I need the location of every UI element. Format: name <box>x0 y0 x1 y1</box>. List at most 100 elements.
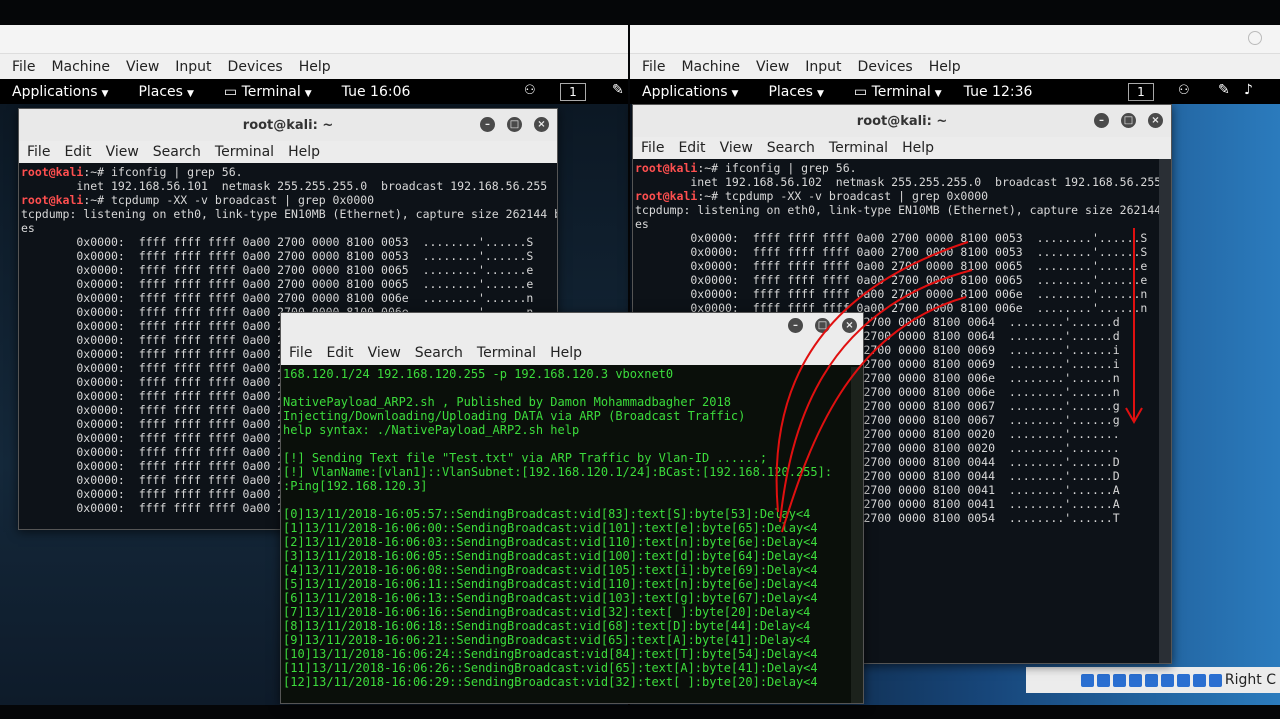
terminal-app-menu[interactable]: ▭ Terminal ▼ <box>224 84 312 100</box>
maximize-icon[interactable]: □ <box>507 117 522 132</box>
line-text: 0x0000: ffff ffff ffff 0a00 270 <box>21 501 298 515</box>
close-icon[interactable]: × <box>534 117 549 132</box>
line-text: 0x0000: ffff ffff ffff 0a00 2700 0000 81… <box>635 231 1148 245</box>
term-menu-help[interactable]: Help <box>288 144 320 160</box>
vm-menu-input[interactable]: Input <box>805 59 841 75</box>
term-menu-edit[interactable]: Edit <box>326 345 353 361</box>
applications-menu[interactable]: Applications ▼ <box>642 84 738 100</box>
vm-menu-input[interactable]: Input <box>175 59 211 75</box>
terminal-line: [6]13/11/2018-16:06:13::SendingBroadcast… <box>283 591 818 605</box>
vm-menu-devices[interactable]: Devices <box>858 59 913 75</box>
line-text: tcpdump: listening on eth0, link-type EN… <box>21 207 557 221</box>
workspace-indicator[interactable]: 1 <box>1128 83 1154 101</box>
vm-menu-file[interactable]: File <box>642 59 665 75</box>
line-text: 0x0000: ffff ffff ffff 0a00 2700 0000 81… <box>21 263 534 277</box>
term-menu-file[interactable]: File <box>289 345 312 361</box>
terminal-titlebar: root@kali: ~ – □ × <box>633 105 1171 137</box>
workspace-indicator[interactable]: 1 <box>560 83 586 101</box>
network-adapter-icon[interactable] <box>1112 673 1126 687</box>
terminal-line: [2]13/11/2018-16:06:03::SendingBroadcast… <box>283 535 818 549</box>
terminal-window-center[interactable]: – □ × File Edit View Search Terminal Hel… <box>280 312 864 704</box>
terminal-label: Terminal <box>241 84 301 100</box>
line-text: 0x0000: ffff ffff ffff 0a00 270 <box>21 389 298 403</box>
vm-menu-devices[interactable]: Devices <box>228 59 283 75</box>
minimize-icon[interactable]: – <box>480 117 495 132</box>
term-menu-terminal[interactable]: Terminal <box>477 345 536 361</box>
terminal-line: [10]13/11/2018-16:06:24::SendingBroadcas… <box>283 647 818 661</box>
audio-icon[interactable] <box>1096 673 1110 687</box>
line-text: 0x0000: ffff ffff ffff 0a00 2700 0000 81… <box>21 249 534 263</box>
line-text: es <box>21 221 35 235</box>
vm-menu-view[interactable]: View <box>756 59 789 75</box>
term-menu-terminal[interactable]: Terminal <box>829 140 888 156</box>
term-menu-edit[interactable]: Edit <box>678 140 705 156</box>
terminal-line: inet 192.168.56.101 netmask 255.255.255.… <box>21 179 557 193</box>
terminal-line: :Ping[192.168.120.3] <box>283 479 428 493</box>
vm-menu-machine[interactable]: Machine <box>681 59 740 75</box>
mouse-integration-icon[interactable] <box>1208 673 1222 687</box>
term-menu-file[interactable]: File <box>641 140 664 156</box>
minimize-icon[interactable] <box>1248 31 1262 45</box>
terminal-app-menu[interactable]: ▭ Terminal ▼ <box>854 84 942 100</box>
chevron-down-icon: ▼ <box>934 89 942 99</box>
terminal-scrollbar[interactable] <box>851 367 863 703</box>
terminal-title: root@kali: ~ <box>242 117 334 133</box>
terminal-icon: ▭ <box>853 84 868 100</box>
terminal-line: Injecting/Downloading/Uploading DATA via… <box>283 409 746 423</box>
line-text: 0x0000: ffff ffff ffff 0a00 2700 0000 81… <box>635 273 1148 287</box>
terminal-line: root@kali:~# tcpdump -XX -v broadcast | … <box>635 189 1171 203</box>
vm-menubar: File Machine View Input Devices Help <box>630 54 1280 79</box>
close-icon[interactable]: × <box>1148 113 1163 128</box>
term-menu-help[interactable]: Help <box>550 345 582 361</box>
term-menu-file[interactable]: File <box>27 144 50 160</box>
vm-menu-help[interactable]: Help <box>299 59 331 75</box>
places-menu[interactable]: Places ▼ <box>768 84 823 100</box>
terminal-line: 0x0000: ffff ffff ffff 0a00 2700 0000 81… <box>21 277 557 291</box>
prompt-user: root@kali <box>21 165 84 179</box>
recording-icon[interactable] <box>1176 673 1190 687</box>
term-menu-view[interactable]: View <box>106 144 139 160</box>
terminal-scrollbar[interactable] <box>1159 159 1171 663</box>
close-icon[interactable]: × <box>842 318 857 333</box>
terminal-line: 0x0000: ffff ffff ffff 0a00 2700 0000 81… <box>21 263 557 277</box>
term-menu-search[interactable]: Search <box>153 144 201 160</box>
chevron-down-icon: ▼ <box>101 89 109 99</box>
shared-folder-icon[interactable] <box>1144 673 1158 687</box>
maximize-icon[interactable]: □ <box>815 318 830 333</box>
terminal-output[interactable]: 168.120.1/24 192.168.120.255 -p 192.168.… <box>281 365 863 689</box>
terminal-line: help syntax: ./NativePayload_ARP2.sh hel… <box>283 423 580 437</box>
vm-menu-view[interactable]: View <box>126 59 159 75</box>
vm-menubar: File Machine View Input Devices Help <box>0 54 628 79</box>
term-menu-edit[interactable]: Edit <box>64 144 91 160</box>
terminal-line: [!] Sending Text file "Test.txt" via ARP… <box>283 451 768 465</box>
terminal-line: inet 192.168.56.102 netmask 255.255.255.… <box>635 175 1171 189</box>
term-menu-search[interactable]: Search <box>415 345 463 361</box>
applications-menu[interactable]: Applications ▼ <box>12 84 108 100</box>
terminal-line: [11]13/11/2018-16:06:26::SendingBroadcas… <box>283 661 818 675</box>
terminal-line: 0x0000: ffff ffff ffff 0a00 2700 0000 81… <box>21 235 557 249</box>
terminal-icon: ▭ <box>223 84 238 100</box>
display-icon[interactable] <box>1160 673 1174 687</box>
panel-clock[interactable]: Tue 12:36 <box>964 84 1033 100</box>
minimize-icon[interactable]: – <box>788 318 803 333</box>
places-menu[interactable]: Places ▼ <box>138 84 193 100</box>
panel-clock[interactable]: Tue 16:06 <box>342 84 411 100</box>
minimize-icon[interactable]: – <box>1094 113 1109 128</box>
vm-menu-machine[interactable]: Machine <box>51 59 110 75</box>
vm-menu-help[interactable]: Help <box>929 59 961 75</box>
term-menu-view[interactable]: View <box>368 345 401 361</box>
maximize-icon[interactable]: □ <box>1121 113 1136 128</box>
terminal-line: 0x0000: ffff ffff ffff 0a00 2700 0000 81… <box>635 259 1171 273</box>
optical-drive-icon[interactable] <box>1080 673 1094 687</box>
term-menu-view[interactable]: View <box>720 140 753 156</box>
volume-icon[interactable]: ♪ <box>1244 82 1253 98</box>
vm-menu-file[interactable]: File <box>12 59 35 75</box>
line-text: es <box>635 217 649 231</box>
usb-icon[interactable] <box>1128 673 1142 687</box>
prompt-user: root@kali <box>635 189 698 203</box>
term-menu-search[interactable]: Search <box>767 140 815 156</box>
term-menu-terminal[interactable]: Terminal <box>215 144 274 160</box>
term-menu-help[interactable]: Help <box>902 140 934 156</box>
cpu-icon[interactable] <box>1192 673 1206 687</box>
